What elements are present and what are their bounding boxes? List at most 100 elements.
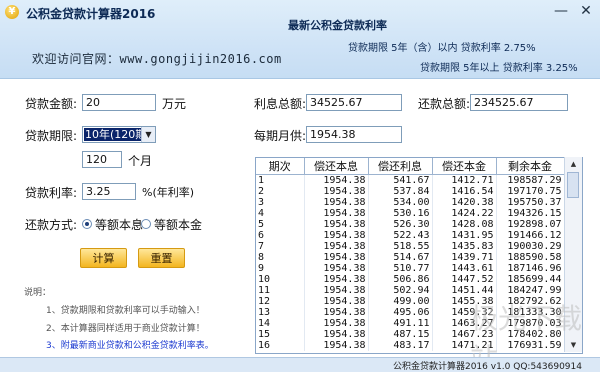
months-input[interactable]: 120 [82, 151, 122, 168]
cell-payment: 1954.38 [304, 174, 369, 186]
monthly-payment-field[interactable]: 1954.38 [306, 126, 402, 143]
cell-remaining: 198587.29 [496, 174, 565, 186]
cell-interest: 541.67 [368, 174, 433, 186]
cell-period: 2 [256, 186, 305, 197]
method-equal-principal-radio[interactable] [141, 219, 151, 229]
cell-principal: 1443.61 [432, 263, 497, 274]
table-row[interactable]: 8 1954.38 514.67 1439.71 188590.58 [256, 252, 565, 263]
reset-button[interactable]: 重置 [138, 248, 185, 268]
rate-line-short-term: 贷款期限 5年（含）以内 贷款利率 2.75% [348, 43, 536, 54]
cell-principal: 1435.83 [432, 241, 497, 252]
table-row[interactable]: 11 1954.38 502.94 1451.44 184247.99 [256, 285, 565, 296]
table-row[interactable]: 2 1954.38 537.84 1416.54 197170.75 [256, 186, 565, 197]
note-item-2: 2、本计算器同样适用于商业贷款计算！ [46, 324, 205, 334]
cell-period: 16 [256, 340, 305, 351]
term-label: 贷款期限: [25, 129, 78, 143]
cell-period: 14 [256, 318, 305, 329]
table-row[interactable]: 6 1954.38 522.43 1431.95 191466.12 [256, 230, 565, 241]
col-header-principal[interactable]: 偿还本金 [432, 158, 497, 175]
cell-remaining: 197170.75 [496, 186, 565, 197]
term-select[interactable]: 10年(120期) ▼ [82, 126, 156, 143]
amount-input[interactable]: 20 [82, 94, 156, 111]
cell-principal: 1416.54 [432, 186, 497, 197]
website-link[interactable]: www.gongjijin2016.com [120, 52, 282, 66]
cell-payment: 1954.38 [304, 219, 369, 230]
cell-payment: 1954.38 [304, 318, 369, 329]
cell-interest: 483.17 [368, 340, 433, 351]
table-row[interactable]: 3 1954.38 534.00 1420.38 195750.37 [256, 197, 565, 208]
cell-principal: 1412.71 [432, 174, 497, 186]
cell-principal: 1431.95 [432, 230, 497, 241]
minimize-button[interactable]: — [550, 2, 572, 20]
app-logo-icon: ¥ [5, 5, 19, 19]
window-title: 公积金贷款计算器2016 [26, 7, 156, 21]
table-row[interactable]: 9 1954.38 510.77 1443.61 187146.96 [256, 263, 565, 274]
monthly-payment-label: 每期月供: [254, 129, 307, 143]
cell-principal: 1428.08 [432, 219, 497, 230]
table-row[interactable]: 5 1954.38 526.30 1428.08 192898.07 [256, 219, 565, 230]
note-item-1: 1、贷款期限和贷款利率可以手动输入！ [46, 306, 205, 316]
cell-remaining: 187146.96 [496, 263, 565, 274]
method-equal-installment-radio[interactable] [82, 219, 92, 229]
cell-payment: 1954.38 [304, 241, 369, 252]
cell-payment: 1954.38 [304, 230, 369, 241]
cell-period: 6 [256, 230, 305, 241]
cell-interest: 502.94 [368, 285, 433, 296]
cell-period: 11 [256, 285, 305, 296]
method-option2-label[interactable]: 等额本金 [154, 216, 202, 233]
table-header-row: 期次 偿还本息 偿还利息 偿还本金 剩余本金 [256, 158, 565, 175]
cell-period: 3 [256, 197, 305, 208]
table-row[interactable]: 7 1954.38 518.55 1435.83 190030.29 [256, 241, 565, 252]
cell-interest: 530.16 [368, 208, 433, 219]
col-header-remaining[interactable]: 剩余本金 [496, 158, 565, 175]
cell-remaining: 190030.29 [496, 241, 565, 252]
rate-label: 贷款利率: [25, 186, 78, 200]
method-option1-label[interactable]: 等额本息 [95, 216, 143, 233]
cell-remaining: 184247.99 [496, 285, 565, 296]
cell-interest: 510.77 [368, 263, 433, 274]
cell-interest: 526.30 [368, 219, 433, 230]
cell-period: 4 [256, 208, 305, 219]
cell-payment: 1954.38 [304, 208, 369, 219]
cell-interest: 534.00 [368, 197, 433, 208]
cell-period: 7 [256, 241, 305, 252]
cell-period: 10 [256, 274, 305, 285]
note-item-3-link[interactable]: 3、附最新商业贷款和公积金贷款利率表。 [46, 338, 214, 351]
cell-payment: 1954.38 [304, 274, 369, 285]
cell-period: 9 [256, 263, 305, 274]
interest-total-label: 利息总额: [254, 97, 307, 111]
cell-principal: 1447.52 [432, 274, 497, 285]
close-button[interactable]: ✕ [575, 2, 597, 20]
cell-interest: 514.67 [368, 252, 433, 263]
repay-total-field[interactable]: 234525.67 [470, 94, 568, 111]
cell-principal: 1439.71 [432, 252, 497, 263]
cell-period: 1 [256, 174, 305, 186]
status-bar: 公积金贷款计算器2016 v1.0 QQ:543690914 [0, 357, 600, 372]
calculate-button[interactable]: 计算 [80, 248, 127, 268]
cell-payment: 1954.38 [304, 307, 369, 318]
amount-label: 贷款金额: [25, 97, 78, 111]
cell-payment: 1954.38 [304, 285, 369, 296]
col-header-payment[interactable]: 偿还本息 [304, 158, 369, 175]
cell-payment: 1954.38 [304, 296, 369, 307]
scroll-thumb[interactable] [567, 172, 579, 198]
repay-total-label: 还款总额: [418, 97, 471, 111]
rate-input[interactable]: 3.25 [82, 183, 136, 200]
table-row[interactable]: 10 1954.38 506.86 1447.52 185699.44 [256, 274, 565, 285]
interest-total-field[interactable]: 34525.67 [306, 94, 402, 111]
table-row[interactable]: 1 1954.38 541.67 1412.71 198587.29 [256, 174, 565, 186]
scroll-up-icon[interactable]: ▲ [565, 157, 582, 171]
cell-interest: 491.11 [368, 318, 433, 329]
welcome-text: 欢迎访问官网：www.gongjijin2016.com [32, 50, 282, 67]
table-row[interactable]: 4 1954.38 530.16 1424.22 194326.15 [256, 208, 565, 219]
cell-principal: 1451.44 [432, 285, 497, 296]
cell-payment: 1954.38 [304, 340, 369, 351]
cell-payment: 1954.38 [304, 186, 369, 197]
chevron-down-icon[interactable]: ▼ [141, 127, 155, 142]
col-header-period[interactable]: 期次 [256, 158, 305, 175]
cell-payment: 1954.38 [304, 329, 369, 340]
welcome-prefix: 欢迎访问官网： [32, 52, 120, 66]
cell-interest: 499.00 [368, 296, 433, 307]
col-header-interest[interactable]: 偿还利息 [368, 158, 433, 175]
cell-interest: 518.55 [368, 241, 433, 252]
